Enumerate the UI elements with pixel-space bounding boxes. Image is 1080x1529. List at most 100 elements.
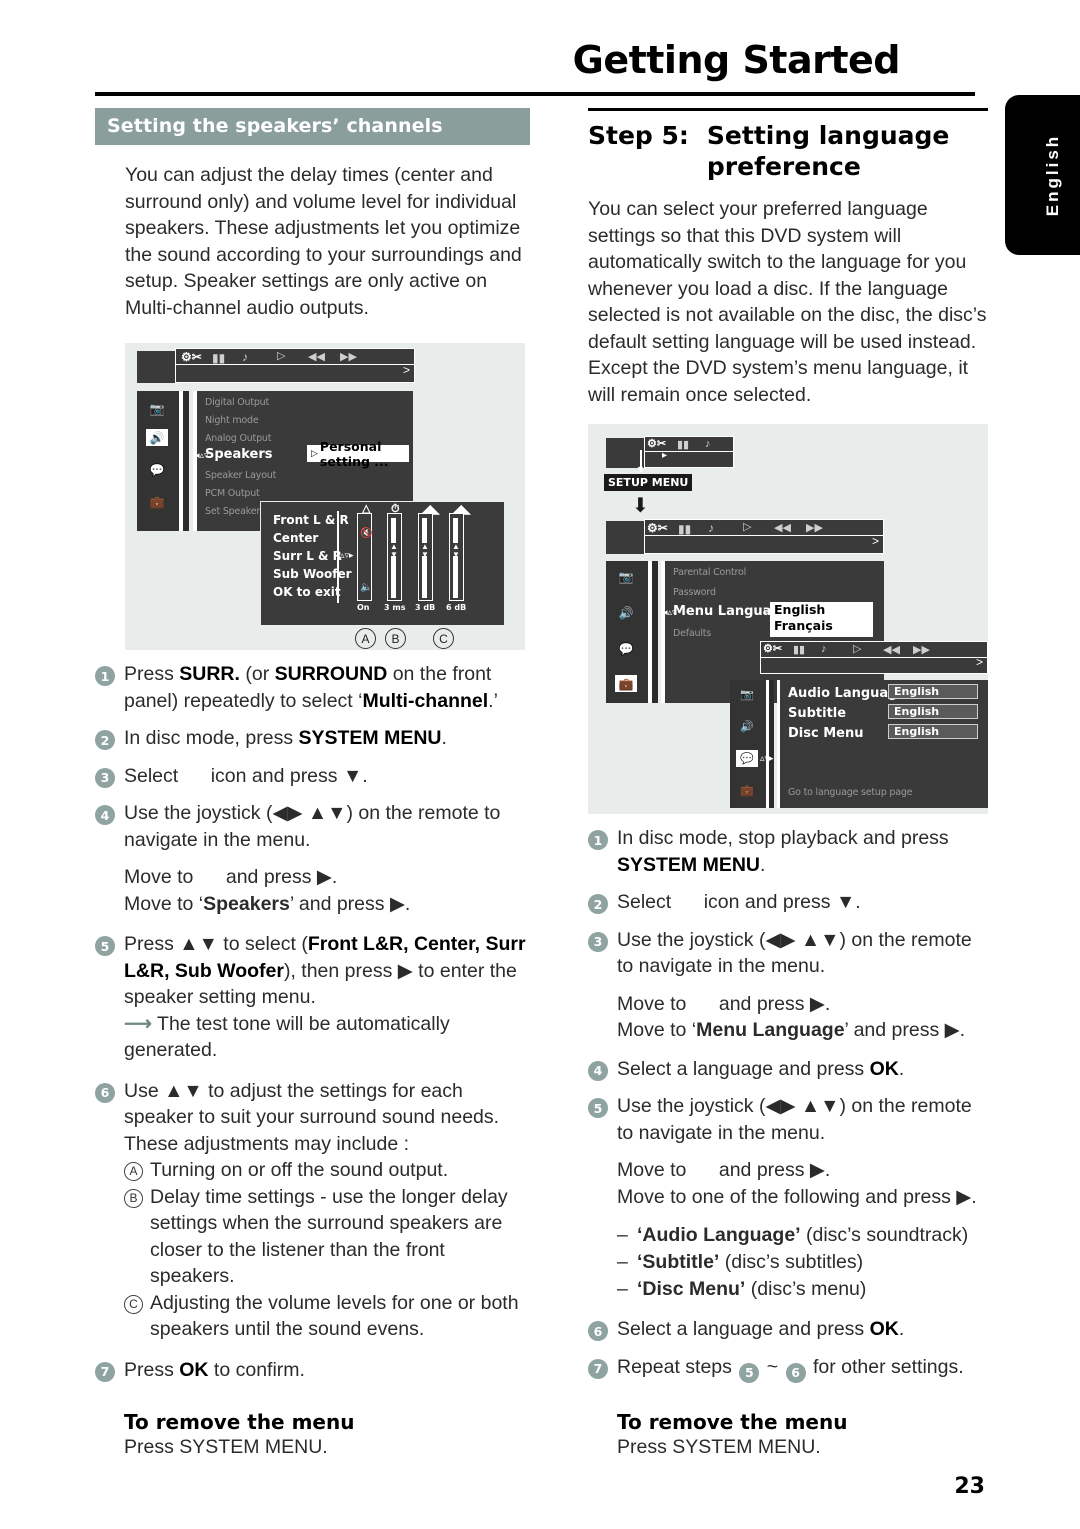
page-number: 23	[954, 1474, 985, 1499]
circle-letter: B	[124, 1188, 143, 1208]
step-label: Step 5:	[588, 121, 689, 150]
step7-ref-b: 6	[785, 1362, 806, 1383]
picture-icon: 📷	[149, 401, 165, 416]
substep-text: Delay time settings - use the longer del…	[150, 1185, 508, 1288]
language-option-english[interactable]: English	[770, 602, 873, 618]
dash-bold: ‘Subtitle’	[637, 1251, 720, 1273]
value-subtitle[interactable]: English	[888, 704, 978, 719]
popup-row-surr: Surr L & R	[273, 549, 342, 563]
left-substep-b: B Delay time settings - use the longer d…	[124, 1184, 530, 1290]
setup-menu-tag: SETUP MENU	[604, 474, 693, 491]
rewind-icon: ◀◀	[883, 644, 900, 656]
left-remove-text: Press SYSTEM MENU.	[124, 1436, 328, 1458]
step-text: Select a language and press OK.	[617, 1057, 905, 1080]
dash-marker: –	[617, 1224, 628, 1246]
left-steps: 1 Press SURR. (or SURROUND on the front …	[95, 661, 530, 1459]
down-arrow-icon: ⬇	[632, 495, 649, 517]
popup-row-center: Center	[273, 531, 319, 545]
step7-pre: Repeat steps	[617, 1355, 732, 1378]
value-audio-language[interactable]: English	[888, 684, 978, 699]
preferences-icon: 💼	[149, 494, 165, 509]
menu-item-digital-output: Digital Output	[205, 397, 270, 408]
row-subtitle: Subtitle	[788, 706, 847, 721]
subtitle-icon: 💬	[618, 641, 634, 656]
left-substep-c: C Adjusting the volume levels for one or…	[124, 1290, 530, 1343]
forward-icon: ▶▶	[913, 644, 930, 656]
step-bullet: 4	[95, 805, 115, 825]
preferences-icon: 💼	[615, 675, 637, 692]
circle-letter: A	[124, 1162, 143, 1181]
right-step3-sub-a: Move to and press ▶.	[617, 992, 831, 1015]
step-text: Use ▲▼ to adjust the settings for each s…	[124, 1079, 500, 1155]
tools-icon: ⚙✂	[763, 643, 783, 655]
menu-item-speakers: Speakers	[205, 447, 273, 462]
left-step-1: 1 Press SURR. (or SURROUND on the front …	[95, 661, 530, 714]
tools-icon: ⚙✂	[181, 350, 202, 364]
step7-tilde: ~	[766, 1355, 779, 1378]
speaker-osd-figure: ⚙✂ ▮▮ ♪ ▷ ◀◀ ▶▶ > 📷 🔊 💬 💼 Digital Output…	[125, 343, 525, 650]
left-step-3: 3 Select icon and press ▼.	[95, 763, 530, 790]
left-step5-note-text: The test tone will be automatically gene…	[124, 1012, 450, 1062]
value-disc-menu[interactable]: English	[888, 724, 978, 739]
forward-icon: ▶▶	[806, 522, 823, 534]
left-step5-note: ⟶ The test tone will be automatically ge…	[124, 1011, 530, 1064]
right-step-7: 7 Repeat steps 5 ~ 6 for other settings.	[588, 1354, 988, 1383]
menu-item-parental-control: Parental Control	[673, 567, 747, 578]
arrow-right-icon: ⟶	[124, 1012, 152, 1035]
step-bullet: 3	[95, 767, 115, 788]
right-remove-text: Press SYSTEM MENU.	[617, 1435, 821, 1458]
step-bullet: 7	[588, 1358, 608, 1379]
language-option-francais[interactable]: Français	[770, 618, 873, 634]
step-text: Select icon and press ▼.	[617, 891, 861, 913]
rewind-icon: ◀◀	[774, 522, 791, 534]
left-step-2: 2 In disc mode, press SYSTEM MENU.	[95, 725, 530, 752]
audio-icon: ♪	[708, 521, 714, 535]
step-text: Select icon and press ▼.	[124, 764, 368, 787]
speaker-icon: 🔊	[740, 721, 754, 733]
step-text: Press OK to confirm.	[124, 1358, 305, 1381]
figure2-footer: Go to language setup page	[788, 787, 913, 798]
step-bullet: 6	[588, 1321, 608, 1341]
left-column: Setting the speakers’ channels You can a…	[95, 108, 530, 1459]
substep-text: Turning on or off the sound output.	[150, 1159, 449, 1181]
language-osd-figure: ⚙✂ ▮▮ ♪ ▸ ▼ SETUP MENU ⬇ ⚙✂ ▮▮ ♪ ▷ ◀◀ ▶▶…	[588, 424, 988, 814]
callout-a: A	[355, 628, 376, 649]
left-intro-paragraph: You can adjust the delay times (center a…	[125, 164, 522, 319]
step-bullet: 5	[95, 936, 115, 956]
right-dash-discmenu: – ‘Disc Menu’ (disc’s menu)	[617, 1276, 988, 1303]
slider-a-value: On	[357, 603, 370, 612]
menu-item-pcm-output: PCM Output	[205, 488, 260, 499]
tv-icon: ▮▮	[678, 522, 692, 536]
page-title: Getting Started	[572, 38, 901, 82]
rewind-icon: ◀◀	[308, 351, 325, 363]
step-bullet: 2	[95, 730, 115, 750]
right-step5-sub-b: Move to one of the following and press ▶…	[617, 1185, 977, 1208]
menu-item-speaker-layout: Speaker Layout	[205, 470, 277, 481]
right-remove-title: To remove the menu	[617, 1409, 848, 1434]
right-step-6: 6 Select a language and press OK.	[588, 1316, 988, 1343]
right-step-4: 4 Select a language and press OK.	[588, 1056, 988, 1083]
right-dash-subtitle: – ‘Subtitle’ (disc’s subtitles)	[617, 1249, 988, 1276]
right-step-2: 2 Select icon and press ▼.	[588, 889, 988, 916]
personal-setting-value: ▷ Personal setting ...	[307, 439, 409, 469]
left-step4-sub-a: Move to and press ▶.	[124, 866, 338, 888]
dash-rest: (disc’s menu)	[750, 1278, 867, 1300]
step-bullet: 3	[588, 931, 608, 952]
step7-post: for other settings.	[812, 1355, 964, 1378]
step-bullet: 6	[95, 1082, 115, 1103]
picture-icon: 📷	[740, 689, 754, 701]
step-title: Setting language preference	[706, 121, 950, 181]
language-options-box: English Français	[770, 602, 873, 637]
slider-b-value: 3 ms	[384, 603, 406, 612]
play-icon: ▷	[853, 643, 862, 655]
dash-rest: (disc’s soundtrack)	[806, 1224, 969, 1246]
audio-icon: ♪	[821, 643, 827, 655]
left-step-4: 4 Use the joystick (◀▶ ▲▼) on the remote…	[95, 800, 530, 853]
step-bullet: 5	[588, 1098, 608, 1118]
speaker-icon: 🔊	[618, 605, 634, 620]
dash-bold: ‘Disc Menu’	[637, 1278, 746, 1300]
play-icon: ▷	[743, 521, 752, 533]
audio-icon: ♪	[242, 350, 248, 364]
left-step4-sub-b: Move to ‘Speakers’ and press ▶.	[124, 892, 411, 915]
subtitle-icon: 💬	[736, 750, 758, 767]
